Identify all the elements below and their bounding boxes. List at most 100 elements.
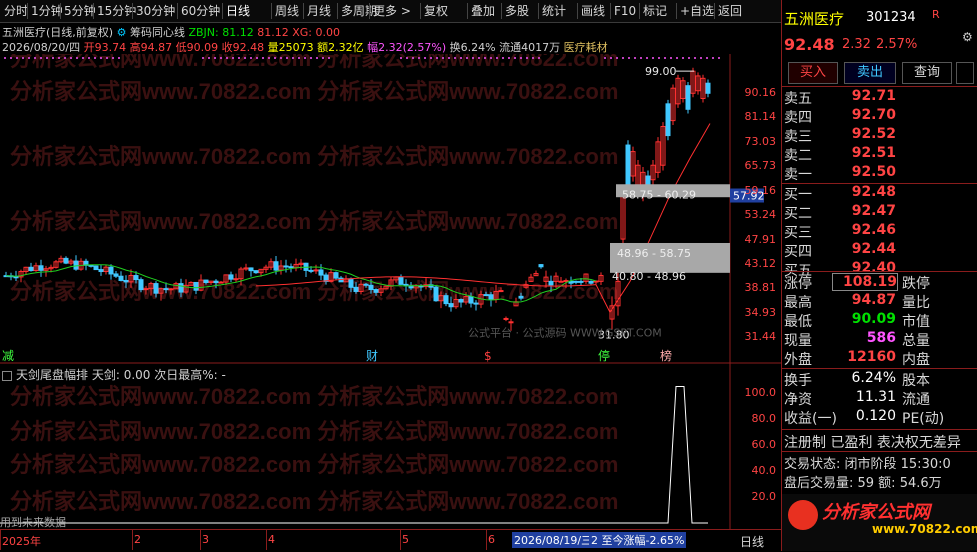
signal-dot: [52, 57, 54, 59]
logo-icon: [788, 500, 818, 530]
quote-extra-button[interactable]: [956, 62, 974, 84]
sell-level-2[interactable]: 卖二 92.51: [782, 145, 977, 164]
overlay-button[interactable]: 叠加: [471, 3, 495, 19]
sub-tick: 100.0: [744, 386, 777, 399]
candle: [578, 280, 584, 283]
candle: [88, 264, 94, 267]
candle: [508, 321, 514, 324]
tab-fenshi[interactable]: 分时: [4, 3, 28, 19]
signal-dot: [712, 57, 714, 59]
tab-daily[interactable]: 日线: [226, 3, 250, 19]
tab-30min[interactable]: 30分钟: [136, 3, 175, 19]
signal-dot: [718, 57, 720, 59]
buy-level-1[interactable]: 买一 92.48: [782, 184, 977, 203]
site-watermark: 公式平台 · 公式源码 WWW.GSPT.COM: [468, 326, 662, 340]
zone-label-3: 40.80 - 48.96: [612, 270, 686, 283]
signal-dot: [40, 57, 42, 59]
sub-tick: 20.0: [751, 490, 777, 503]
adjust-button[interactable]: 复权: [424, 3, 448, 19]
query-button[interactable]: 查询: [902, 62, 952, 84]
buy-level-2[interactable]: 买二 92.47: [782, 203, 977, 222]
candle: [73, 260, 79, 270]
divider: [782, 368, 977, 369]
stat-row: 最低 90.09 市值: [782, 311, 977, 330]
candle: [368, 284, 374, 291]
stat-label-2: 市值: [902, 314, 930, 330]
fin-row: 收益(一) 0.120 PE(动): [782, 408, 977, 427]
price-axis: 90.16 81.14 73.03 65.73 59.16 53.24 47.91 43.12…: [730, 54, 780, 364]
buy-level-label: 买一: [784, 187, 812, 203]
bar-high: 高94.87: [129, 41, 173, 54]
zbjn-value-2: 81.12: [257, 26, 289, 39]
toolbar-divider: [222, 3, 223, 19]
quote-change: 2.32: [842, 37, 871, 52]
buy-button[interactable]: 买入: [788, 62, 838, 84]
multi-stock-button[interactable]: 多股: [505, 3, 529, 19]
sub-tick: 80.0: [751, 412, 777, 425]
quote-settings-icon[interactable]: ⚙: [962, 30, 973, 44]
draw-button[interactable]: 画线: [581, 3, 605, 19]
tab-1min[interactable]: 1分钟: [31, 3, 63, 19]
more-menu-button[interactable]: 更多 >: [373, 3, 411, 19]
signal-dot: [100, 57, 102, 59]
quote-price: 92.48: [784, 35, 835, 54]
signal-dot: [454, 57, 456, 59]
candle: [93, 265, 99, 271]
candle: [563, 280, 569, 283]
tab-monthly[interactable]: 月线: [307, 3, 331, 19]
period-label[interactable]: 日线: [740, 533, 764, 550]
sell-level-4[interactable]: 卖四 92.70: [782, 107, 977, 126]
tab-weekly[interactable]: 周线: [275, 3, 299, 19]
f10-button[interactable]: F10: [614, 3, 636, 19]
signal-dot: [466, 57, 468, 59]
candle: [498, 290, 504, 293]
sub-chart[interactable]: 分析家公式网www.70822.com 分析家公式网www.70822.com 分…: [0, 364, 781, 529]
signal-dot: [670, 57, 672, 59]
price-tick: 34.93: [744, 305, 777, 319]
fin-label: 收益(一): [784, 411, 837, 427]
mark-button[interactable]: 标记: [643, 3, 667, 19]
sell-level-1[interactable]: 卖一 92.50: [782, 164, 977, 183]
sell-button[interactable]: 卖出: [844, 62, 896, 84]
buy-level-4[interactable]: 买四 92.44: [782, 241, 977, 260]
buy-level-price: 92.46: [851, 222, 896, 238]
signal-dot: [532, 57, 534, 59]
bar-sector[interactable]: 医疗耗材: [564, 41, 608, 54]
kline-chart[interactable]: 分析家公式网www.70822.com 分析家公式网www.70822.com 分…: [0, 54, 781, 364]
add-watchlist-button[interactable]: +自选: [680, 3, 714, 19]
sell-level-5[interactable]: 卖五 92.71: [782, 88, 977, 107]
zone-label-2: 48.96 - 58.75: [617, 247, 691, 260]
tab-15min[interactable]: 15分钟: [97, 3, 136, 19]
signal-dot: [106, 57, 108, 59]
candle: [593, 280, 599, 283]
signal-dot: [652, 57, 654, 59]
toolbar-divider: [639, 3, 640, 19]
sell-level-label: 卖三: [784, 129, 812, 145]
indicator-name[interactable]: 筹码同心线: [130, 26, 185, 39]
watermark: 分析家公式网www.70822.com 分析家公式网www.70822.com: [10, 384, 618, 409]
settings-icon[interactable]: ⚙: [117, 26, 127, 39]
stat-label-2: 量比: [902, 295, 930, 311]
signal-dot: [220, 57, 222, 59]
price-tick: 38.81: [744, 281, 777, 295]
buy-level-3[interactable]: 买三 92.46: [782, 222, 977, 241]
tab-5min[interactable]: 5分钟: [64, 3, 96, 19]
site-logo: 分析家公式网 www.70822.com: [782, 494, 977, 551]
sell-level-price: 92.50: [851, 164, 896, 180]
stats-button[interactable]: 统计: [542, 3, 566, 19]
tab-multi-period[interactable]: 多周期: [341, 3, 377, 19]
stat-row: 现量 586 总量: [782, 330, 977, 349]
sell-level-label: 卖一: [784, 167, 812, 183]
sell-level-3[interactable]: 卖三 92.52: [782, 126, 977, 145]
toolbar-divider: [132, 3, 133, 19]
time-tick-line: [200, 530, 201, 550]
signal-dot: [616, 57, 618, 59]
candle: [558, 280, 564, 283]
zbjn-value: ZBJN: 81.12: [188, 26, 254, 39]
tab-60min[interactable]: 60分钟: [181, 3, 220, 19]
toolbar-divider: [303, 3, 304, 19]
candle: [13, 276, 19, 279]
back-button[interactable]: 返回: [718, 3, 742, 19]
signal-dot: [658, 57, 660, 59]
candle: [163, 288, 169, 291]
